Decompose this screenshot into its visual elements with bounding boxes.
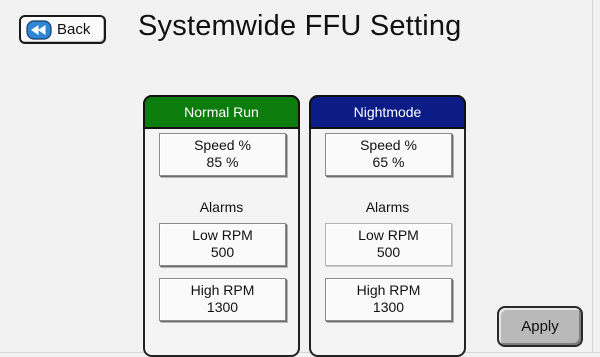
night-low-rpm-label: Low RPM bbox=[358, 227, 419, 243]
normal-low-rpm-field[interactable]: Low RPM 500 bbox=[159, 223, 286, 266]
nightmode-panel: Nightmode Speed % 65 % Alarms Low RPM 50… bbox=[309, 95, 466, 357]
normal-low-rpm-value: 500 bbox=[210, 244, 235, 260]
screen-border-right bbox=[592, 0, 593, 353]
normal-low-rpm-label: Low RPM bbox=[192, 227, 253, 243]
night-high-rpm-field[interactable]: High RPM 1300 bbox=[325, 278, 452, 321]
rewind-left-icon bbox=[26, 19, 52, 40]
normal-speed-value: 85 % bbox=[206, 154, 239, 170]
night-speed-field[interactable]: Speed % 65 % bbox=[325, 133, 452, 176]
night-high-rpm-value: 1300 bbox=[372, 299, 405, 315]
night-speed-value: 65 % bbox=[372, 154, 405, 170]
normal-speed-label: Speed % bbox=[194, 137, 251, 153]
normal-run-panel: Normal Run Speed % 85 % Alarms Low RPM 5… bbox=[143, 95, 300, 357]
back-button[interactable]: Back bbox=[19, 15, 106, 44]
night-low-rpm-field[interactable]: Low RPM 500 bbox=[325, 223, 452, 266]
back-button-label: Back bbox=[57, 21, 91, 38]
normal-high-rpm-field[interactable]: High RPM 1300 bbox=[159, 278, 286, 321]
normal-speed-field[interactable]: Speed % 85 % bbox=[159, 133, 286, 176]
night-high-rpm-label: High RPM bbox=[356, 282, 421, 298]
normal-high-rpm-value: 1300 bbox=[206, 299, 239, 315]
normal-alarms-label: Alarms bbox=[199, 199, 244, 215]
night-alarms-label: Alarms bbox=[365, 199, 410, 215]
apply-button[interactable]: Apply bbox=[497, 306, 583, 347]
page-title: Systemwide FFU Setting bbox=[138, 10, 462, 42]
night-low-rpm-value: 500 bbox=[376, 244, 401, 260]
nightmode-header: Nightmode bbox=[309, 95, 466, 129]
normal-high-rpm-label: High RPM bbox=[190, 282, 255, 298]
night-speed-label: Speed % bbox=[360, 137, 417, 153]
normal-run-header: Normal Run bbox=[143, 95, 300, 129]
